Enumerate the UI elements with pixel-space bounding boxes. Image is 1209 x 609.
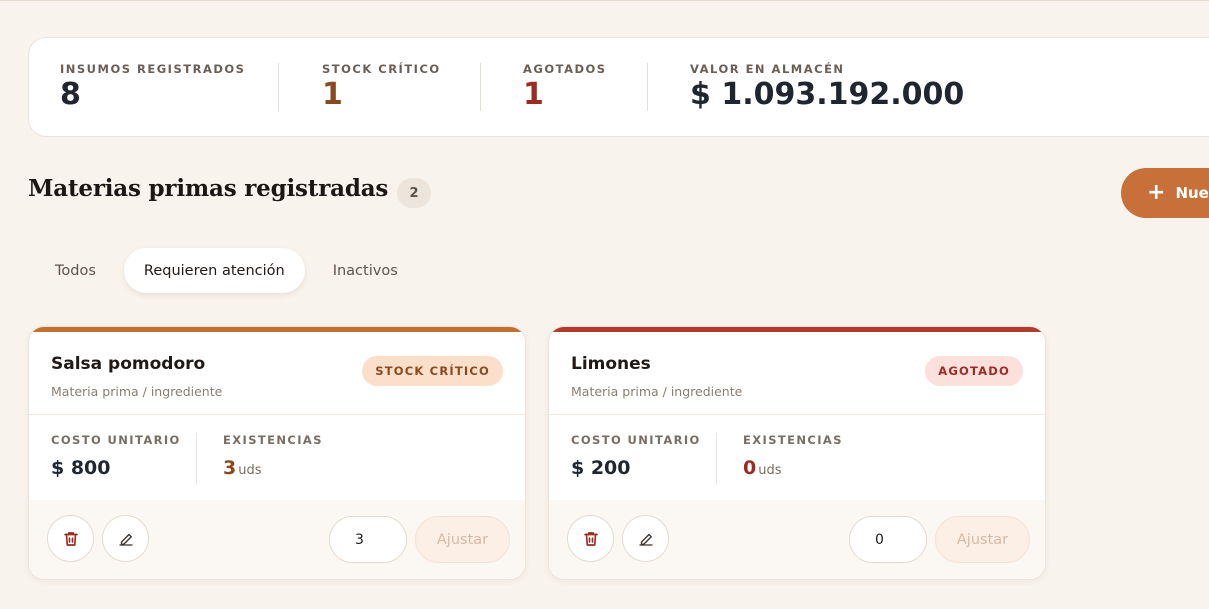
stat-label: INSUMOS REGISTRADOS xyxy=(60,62,246,76)
stat-valor-almacen: VALOR EN ALMACÉN $ 1.093.192.000 xyxy=(648,62,965,112)
metric-stock: EXISTENCIAS 3 uds xyxy=(223,433,323,479)
count-badge: 2 xyxy=(397,178,431,208)
filter-tabs: Todos Requieren atención Inactivos xyxy=(35,248,418,293)
card-header: Limones Materia prima / ingrediente AGOT… xyxy=(549,332,1045,415)
trash-icon xyxy=(583,531,598,546)
metric-value: $ 200 xyxy=(571,457,631,479)
metric-cost: COSTO UNITARIO $ 200 xyxy=(571,433,701,479)
status-badge: STOCK CRÍTICO xyxy=(362,356,503,386)
metric-label: COSTO UNITARIO xyxy=(571,433,701,447)
card-subtitle: Materia prima / ingrediente xyxy=(51,384,223,399)
quantity-input[interactable] xyxy=(849,516,927,563)
divider xyxy=(716,433,717,485)
card-metrics: COSTO UNITARIO $ 200 EXISTENCIAS 0 uds xyxy=(549,415,1045,502)
adjust-button[interactable]: Ajustar xyxy=(935,516,1030,563)
card-name: Limones xyxy=(571,354,651,374)
card-header: Salsa pomodoro Materia prima / ingredien… xyxy=(29,332,525,415)
stat-stock-critico: STOCK CRÍTICO 1 xyxy=(279,62,480,112)
card-subtitle: Materia prima / ingrediente xyxy=(571,384,743,399)
adjust-button[interactable]: Ajustar xyxy=(415,516,510,563)
stat-label: VALOR EN ALMACÉN xyxy=(690,62,845,76)
metric-cost: COSTO UNITARIO $ 800 xyxy=(51,433,181,479)
edit-button[interactable] xyxy=(622,515,669,562)
metric-value: 3 uds xyxy=(223,457,323,479)
stock-unit: uds xyxy=(758,463,782,478)
card-actions: Ajustar xyxy=(549,500,1045,579)
trash-icon xyxy=(63,531,78,546)
stat-value: 1 xyxy=(322,77,343,112)
new-item-button[interactable]: + Nuevo xyxy=(1121,168,1209,218)
stat-value: 1 xyxy=(523,77,544,112)
stat-label: AGOTADOS xyxy=(523,62,607,76)
pencil-icon xyxy=(118,533,133,546)
stat-agotados: AGOTADOS 1 xyxy=(481,62,647,112)
stock-number: 3 xyxy=(223,457,237,479)
plus-icon: + xyxy=(1147,180,1166,205)
metric-label: EXISTENCIAS xyxy=(223,433,323,447)
section-title: Materias primas registradas xyxy=(28,175,389,202)
card-name: Salsa pomodoro xyxy=(51,354,206,374)
delete-button[interactable] xyxy=(47,515,94,562)
item-card: Limones Materia prima / ingrediente AGOT… xyxy=(548,326,1046,580)
stock-unit: uds xyxy=(238,463,262,478)
quantity-input[interactable] xyxy=(329,516,407,563)
metric-value: 0 uds xyxy=(743,457,843,479)
metric-label: COSTO UNITARIO xyxy=(51,433,181,447)
stats-panel: INSUMOS REGISTRADOS 8 STOCK CRÍTICO 1 AG… xyxy=(28,37,1209,137)
card-actions: Ajustar xyxy=(29,500,525,579)
stock-number: 0 xyxy=(743,457,757,479)
item-card: Salsa pomodoro Materia prima / ingredien… xyxy=(28,326,526,580)
stat-insumos: INSUMOS REGISTRADOS 8 xyxy=(60,62,278,112)
metric-value: $ 800 xyxy=(51,457,111,479)
divider xyxy=(196,433,197,485)
stat-value: 8 xyxy=(60,77,81,112)
metric-stock: EXISTENCIAS 0 uds xyxy=(743,433,843,479)
tab-inactivos[interactable]: Inactivos xyxy=(313,248,418,293)
stat-value: $ 1.093.192.000 xyxy=(690,77,965,112)
pencil-icon xyxy=(638,533,653,546)
card-metrics: COSTO UNITARIO $ 800 EXISTENCIAS 3 uds xyxy=(29,415,525,502)
tab-requieren-atencion[interactable]: Requieren atención xyxy=(123,248,305,293)
delete-button[interactable] xyxy=(567,515,614,562)
status-badge: AGOTADO xyxy=(925,356,1023,386)
edit-button[interactable] xyxy=(102,515,149,562)
metric-label: EXISTENCIAS xyxy=(743,433,843,447)
tab-todos[interactable]: Todos xyxy=(35,248,116,293)
stat-label: STOCK CRÍTICO xyxy=(322,62,441,76)
new-button-label: Nuevo xyxy=(1175,184,1209,202)
